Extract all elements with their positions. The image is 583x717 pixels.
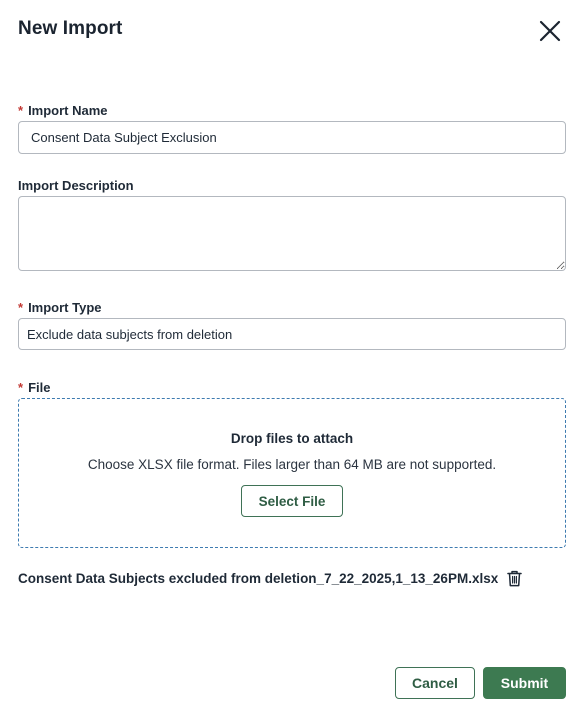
- import-description-textarea[interactable]: [18, 196, 566, 271]
- required-marker: *: [18, 300, 24, 315]
- import-type-label-text: Import Type: [28, 300, 102, 315]
- required-marker: *: [18, 103, 24, 118]
- dropzone-hint: Choose XLSX file format. Files larger th…: [87, 457, 497, 472]
- import-type-select[interactable]: Exclude data subjects from deletion: [18, 318, 566, 350]
- attached-file-name: Consent Data Subjects excluded from dele…: [18, 570, 499, 586]
- close-button[interactable]: [535, 18, 565, 48]
- file-label-text: File: [28, 380, 51, 395]
- select-file-button[interactable]: Select File: [241, 485, 343, 517]
- attached-file: Consent Data Subjects excluded from dele…: [18, 568, 566, 588]
- import-name-label-text: Import Name: [28, 103, 108, 118]
- new-import-dialog: New Import * Import Name Import Descripti…: [0, 0, 583, 717]
- import-name-input[interactable]: [18, 121, 566, 154]
- import-name-label: * Import Name: [18, 103, 108, 118]
- file-dropzone[interactable]: Drop files to attach Choose XLSX file fo…: [18, 398, 566, 548]
- import-type-label: * Import Type: [18, 300, 102, 315]
- cancel-button[interactable]: Cancel: [395, 667, 475, 699]
- import-type-value: Exclude data subjects from deletion: [27, 326, 233, 342]
- close-icon: [539, 20, 561, 47]
- file-label: * File: [18, 380, 50, 395]
- submit-button[interactable]: Submit: [483, 667, 566, 699]
- import-description-label: Import Description: [18, 178, 134, 193]
- required-marker: *: [18, 380, 24, 395]
- dropzone-title: Drop files to attach: [230, 431, 354, 446]
- dialog-title: New Import: [18, 18, 123, 39]
- trash-icon[interactable]: [507, 570, 523, 587]
